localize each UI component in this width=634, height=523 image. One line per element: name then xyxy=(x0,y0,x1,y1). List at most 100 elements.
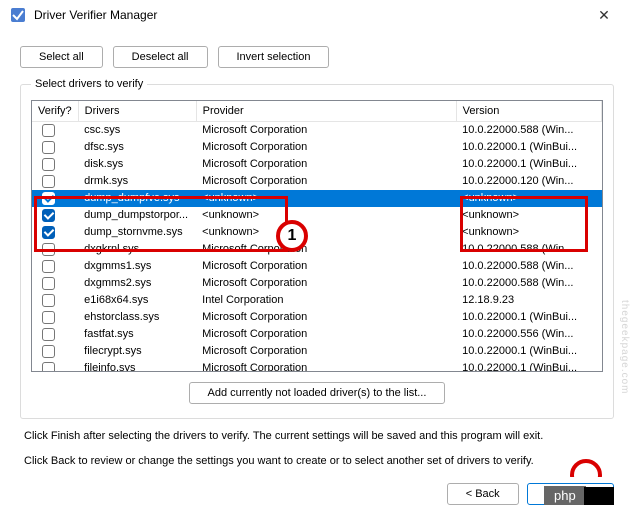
verify-checkbox[interactable] xyxy=(42,175,55,188)
drivers-table: Verify? Drivers Provider Version csc.sys… xyxy=(32,101,602,371)
verify-checkbox[interactable] xyxy=(42,226,55,239)
drivers-table-container: Verify? Drivers Provider Version csc.sys… xyxy=(31,100,603,372)
table-row[interactable]: dxgkrnl.sysMicrosoft Corporation10.0.220… xyxy=(32,241,602,258)
verify-checkbox[interactable] xyxy=(42,328,55,341)
black-bar xyxy=(584,487,614,505)
driver-provider: Microsoft Corporation xyxy=(196,173,456,190)
verify-checkbox[interactable] xyxy=(42,345,55,358)
drivers-fieldset: Select drivers to verify Verify? Drivers… xyxy=(20,78,614,419)
watermark: thegeekpage.com xyxy=(619,300,630,395)
add-row: Add currently not loaded driver(s) to th… xyxy=(31,382,603,404)
verify-checkbox[interactable] xyxy=(42,243,55,256)
driver-name: drmk.sys xyxy=(78,173,196,190)
window: Driver Verifier Manager ✕ Select all Des… xyxy=(0,0,634,523)
annotation-circle-1: 1 xyxy=(276,220,308,252)
driver-version: 10.0.22000.1 (WinBui... xyxy=(456,139,601,156)
driver-name: filecrypt.sys xyxy=(78,343,196,360)
driver-version: <unknown> xyxy=(456,190,601,207)
table-row[interactable]: disk.sysMicrosoft Corporation10.0.22000.… xyxy=(32,156,602,173)
verify-cell[interactable] xyxy=(32,241,78,258)
verify-checkbox[interactable] xyxy=(42,124,55,137)
verify-cell[interactable] xyxy=(32,292,78,309)
titlebar: Driver Verifier Manager ✕ xyxy=(0,0,634,30)
table-row[interactable]: fastfat.sysMicrosoft Corporation10.0.220… xyxy=(32,326,602,343)
verify-cell[interactable] xyxy=(32,275,78,292)
driver-provider: Microsoft Corporation xyxy=(196,343,456,360)
verify-checkbox[interactable] xyxy=(42,362,55,372)
add-not-loaded-button[interactable]: Add currently not loaded driver(s) to th… xyxy=(189,382,446,404)
table-row[interactable]: dump_dumpstorpor...<unknown><unknown> xyxy=(32,207,602,224)
app-icon xyxy=(10,7,26,23)
driver-provider: Microsoft Corporation xyxy=(196,309,456,326)
table-row[interactable]: e1i68x64.sysIntel Corporation12.18.9.23 xyxy=(32,292,602,309)
driver-provider: Microsoft Corporation xyxy=(196,360,456,372)
table-row[interactable]: filecrypt.sysMicrosoft Corporation10.0.2… xyxy=(32,343,602,360)
verify-cell[interactable] xyxy=(32,224,78,241)
window-title: Driver Verifier Manager xyxy=(34,8,584,22)
col-version[interactable]: Version xyxy=(456,101,601,122)
col-drivers[interactable]: Drivers xyxy=(78,101,196,122)
verify-cell[interactable] xyxy=(32,343,78,360)
verify-checkbox[interactable] xyxy=(42,158,55,171)
verify-cell[interactable] xyxy=(32,207,78,224)
driver-version: 10.0.22000.588 (Win... xyxy=(456,258,601,275)
verify-cell[interactable] xyxy=(32,122,78,139)
verify-cell[interactable] xyxy=(32,190,78,207)
instruction-line-1: Click Finish after selecting the drivers… xyxy=(24,429,610,444)
driver-provider: Microsoft Corporation xyxy=(196,156,456,173)
php-badge: php xyxy=(544,486,586,505)
table-row[interactable]: dxgmms2.sysMicrosoft Corporation10.0.220… xyxy=(32,275,602,292)
driver-version: 10.0.22000.120 (Win... xyxy=(456,173,601,190)
verify-checkbox[interactable] xyxy=(42,260,55,273)
button-row: Select all Deselect all Invert selection xyxy=(20,46,614,68)
verify-checkbox[interactable] xyxy=(42,277,55,290)
table-row[interactable]: drmk.sysMicrosoft Corporation10.0.22000.… xyxy=(32,173,602,190)
driver-version: <unknown> xyxy=(456,224,601,241)
driver-name: dxgmms1.sys xyxy=(78,258,196,275)
driver-name: dxgmms2.sys xyxy=(78,275,196,292)
col-verify[interactable]: Verify? xyxy=(32,101,78,122)
driver-name: dump_stornvme.sys xyxy=(78,224,196,241)
verify-cell[interactable] xyxy=(32,326,78,343)
driver-name: fileinfo.sys xyxy=(78,360,196,372)
client-area: Select all Deselect all Invert selection… xyxy=(0,30,634,470)
select-all-button[interactable]: Select all xyxy=(20,46,103,68)
verify-checkbox[interactable] xyxy=(42,294,55,307)
col-provider[interactable]: Provider xyxy=(196,101,456,122)
table-row[interactable]: fileinfo.sysMicrosoft Corporation10.0.22… xyxy=(32,360,602,372)
driver-name: ehstorclass.sys xyxy=(78,309,196,326)
driver-version: 10.0.22000.588 (Win... xyxy=(456,122,601,139)
verify-cell[interactable] xyxy=(32,139,78,156)
verify-cell[interactable] xyxy=(32,360,78,372)
table-row[interactable]: dxgmms1.sysMicrosoft Corporation10.0.220… xyxy=(32,258,602,275)
driver-provider: Microsoft Corporation xyxy=(196,326,456,343)
verify-checkbox[interactable] xyxy=(42,141,55,154)
drivers-scroll[interactable]: Verify? Drivers Provider Version csc.sys… xyxy=(32,101,602,371)
verify-checkbox[interactable] xyxy=(42,311,55,324)
driver-name: dump_dumpfve.sys xyxy=(78,190,196,207)
verify-cell[interactable] xyxy=(32,173,78,190)
table-row[interactable]: dump_dumpfve.sys<unknown><unknown> xyxy=(32,190,602,207)
driver-name: e1i68x64.sys xyxy=(78,292,196,309)
verify-cell[interactable] xyxy=(32,258,78,275)
deselect-all-button[interactable]: Deselect all xyxy=(113,46,208,68)
driver-version: 10.0.22000.588 (Win... xyxy=(456,275,601,292)
verify-cell[interactable] xyxy=(32,309,78,326)
driver-provider: Microsoft Corporation xyxy=(196,122,456,139)
table-row[interactable]: ehstorclass.sysMicrosoft Corporation10.0… xyxy=(32,309,602,326)
verify-checkbox[interactable] xyxy=(42,192,55,205)
header-row: Verify? Drivers Provider Version xyxy=(32,101,602,122)
invert-selection-button[interactable]: Invert selection xyxy=(218,46,330,68)
verify-cell[interactable] xyxy=(32,156,78,173)
driver-version: 10.0.22000.1 (WinBui... xyxy=(456,309,601,326)
table-row[interactable]: dump_stornvme.sys<unknown><unknown> xyxy=(32,224,602,241)
verify-checkbox[interactable] xyxy=(42,209,55,222)
fieldset-legend: Select drivers to verify xyxy=(31,78,147,90)
driver-version: 12.18.9.23 xyxy=(456,292,601,309)
driver-name: fastfat.sys xyxy=(78,326,196,343)
close-button[interactable]: ✕ xyxy=(584,7,624,24)
driver-name: dump_dumpstorpor... xyxy=(78,207,196,224)
table-row[interactable]: csc.sysMicrosoft Corporation10.0.22000.5… xyxy=(32,122,602,139)
table-row[interactable]: dfsc.sysMicrosoft Corporation10.0.22000.… xyxy=(32,139,602,156)
back-button[interactable]: < Back xyxy=(447,483,519,505)
